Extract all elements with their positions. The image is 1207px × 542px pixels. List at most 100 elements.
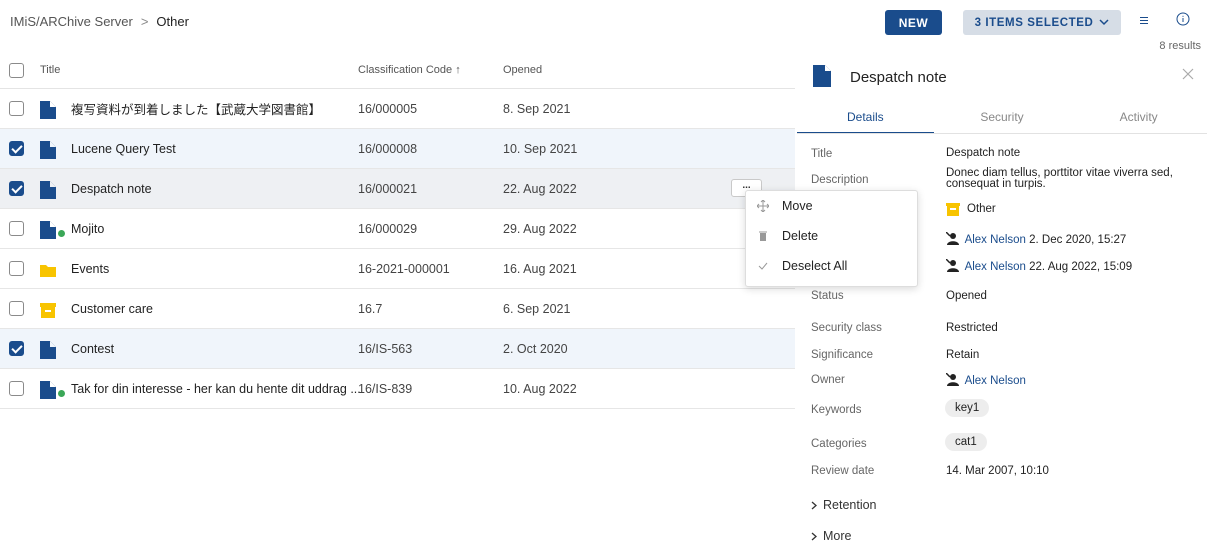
table-row[interactable]: Lucene Query Test 16/000008 10. Sep 2021 bbox=[0, 129, 795, 169]
folder-icon bbox=[40, 265, 56, 277]
info-icon[interactable] bbox=[1176, 12, 1190, 26]
new-button[interactable]: NEW bbox=[885, 10, 942, 35]
prop-description-value: Donec diam tellus, porttitor vitae viver… bbox=[946, 167, 1173, 190]
retention-label: Retention bbox=[823, 498, 877, 512]
header-opened[interactable]: Opened bbox=[503, 64, 542, 76]
table-row[interactable]: Events 16-2021-000001 16. Aug 2021 bbox=[0, 249, 795, 289]
menu-item-delete[interactable]: Delete bbox=[746, 221, 917, 251]
row-checkbox[interactable] bbox=[9, 221, 24, 236]
panel-tabs: Details Security Activity bbox=[797, 102, 1207, 134]
row-code: 16/000008 bbox=[358, 141, 418, 156]
table-row[interactable]: 複写資料が到着しました【武蔵大学図書館】 16/000005 8. Sep 20… bbox=[0, 89, 795, 129]
keyword-chip[interactable]: key1 bbox=[945, 399, 990, 417]
prop-title-label: Title bbox=[811, 148, 833, 160]
location-value: Other bbox=[967, 203, 996, 215]
row-opened: 22. Aug 2022 bbox=[503, 181, 577, 196]
prop-description-label: Description bbox=[811, 174, 869, 186]
prop-security-label: Security class bbox=[811, 322, 882, 334]
row-title: Mojito bbox=[71, 221, 105, 236]
row-code: 16-2021-000001 bbox=[358, 261, 450, 276]
row-opened: 6. Sep 2021 bbox=[503, 301, 571, 316]
row-opened: 29. Aug 2022 bbox=[503, 221, 577, 236]
breadcrumb-current: Other bbox=[156, 14, 189, 29]
items-selected-label: 3 ITEMS SELECTED bbox=[974, 16, 1094, 29]
table-row[interactable]: Despatch note 16/000021 22. Aug 2022 ... bbox=[0, 169, 795, 209]
tab-security[interactable]: Security bbox=[934, 102, 1071, 134]
created-user-link[interactable]: Alex Nelson bbox=[965, 234, 1026, 246]
prop-categories-label: Categories bbox=[811, 438, 867, 450]
close-icon[interactable] bbox=[1182, 68, 1194, 80]
row-opened: 10. Aug 2022 bbox=[503, 381, 577, 396]
row-opened: 10. Sep 2021 bbox=[503, 141, 578, 156]
details-panel: Despatch note Details Security Activity … bbox=[797, 52, 1207, 542]
row-context-menu: Move Delete Deselect All bbox=[745, 190, 918, 287]
row-code: 16/000029 bbox=[358, 221, 418, 236]
row-code: 16/000005 bbox=[358, 101, 418, 116]
list-view-icon[interactable] bbox=[1138, 14, 1150, 28]
table-row[interactable]: Mojito 16/000029 29. Aug 2022 bbox=[0, 209, 795, 249]
prop-title-value: Despatch note bbox=[946, 147, 1021, 159]
prop-security-value: Restricted bbox=[946, 322, 998, 334]
retention-expander[interactable]: Retention bbox=[811, 498, 877, 512]
table-row[interactable]: Customer care 16.7 6. Sep 2021 bbox=[0, 289, 795, 329]
more-expander[interactable]: More bbox=[811, 529, 851, 542]
document-icon bbox=[813, 65, 831, 87]
tab-divider bbox=[797, 133, 1207, 134]
user-icon bbox=[946, 373, 959, 386]
menu-item-deselect-all[interactable]: Deselect All bbox=[746, 251, 917, 281]
row-title: Events bbox=[71, 261, 110, 276]
tab-details[interactable]: Details bbox=[797, 102, 934, 134]
menu-item-move[interactable]: Move bbox=[746, 191, 917, 221]
breadcrumb-root[interactable]: IMiS/ARChive Server bbox=[10, 14, 133, 29]
row-checkbox[interactable] bbox=[9, 301, 24, 316]
breadcrumb: IMiS/ARChive Server > Other bbox=[10, 14, 189, 29]
row-checkbox[interactable] bbox=[9, 101, 24, 116]
archive-box-icon bbox=[946, 203, 960, 216]
row-code: 16/000021 bbox=[358, 181, 418, 196]
prop-modified: Alex Nelson 22. Aug 2022, 15:09 bbox=[946, 259, 1201, 273]
header-title[interactable]: Title bbox=[40, 64, 60, 76]
row-code: 16/IS-563 bbox=[358, 341, 413, 356]
chevron-right-icon bbox=[811, 532, 817, 540]
row-checkbox[interactable] bbox=[9, 381, 24, 396]
row-checkbox[interactable] bbox=[9, 141, 24, 156]
chevron-down-icon bbox=[1099, 19, 1109, 26]
row-title: Contest bbox=[71, 341, 115, 356]
panel-title: Despatch note bbox=[850, 69, 947, 86]
items-table: Title Classification Code ↑ Opened 複写資料が… bbox=[0, 52, 795, 409]
items-selected-button[interactable]: 3 ITEMS SELECTED bbox=[963, 10, 1121, 35]
header-classification-code[interactable]: Classification Code ↑ bbox=[358, 64, 461, 76]
move-icon bbox=[756, 199, 770, 213]
row-opened: 8. Sep 2021 bbox=[503, 101, 571, 116]
breadcrumb-separator: > bbox=[140, 14, 149, 29]
table-row[interactable]: Tak for din interesse - her kan du hente… bbox=[0, 369, 795, 409]
row-title: Tak for din interesse - her kan du hente… bbox=[71, 381, 361, 396]
row-title: Lucene Query Test bbox=[71, 141, 176, 156]
archive-box-icon bbox=[40, 303, 56, 318]
row-code: 16.7 bbox=[358, 301, 383, 316]
select-all-checkbox[interactable] bbox=[9, 63, 24, 78]
prop-location[interactable]: Other bbox=[946, 203, 1201, 216]
more-label: More bbox=[823, 529, 852, 542]
checked-out-badge-icon bbox=[57, 229, 66, 238]
row-code: 16/IS-839 bbox=[358, 381, 413, 396]
results-count: 8 results bbox=[1159, 40, 1201, 52]
user-icon bbox=[946, 259, 959, 272]
row-title: Customer care bbox=[71, 301, 153, 316]
menu-item-label: Move bbox=[782, 199, 813, 213]
modified-date: 22. Aug 2022, 15:09 bbox=[1029, 261, 1133, 273]
document-icon bbox=[40, 381, 56, 399]
owner-link[interactable]: Alex Nelson bbox=[965, 375, 1026, 387]
document-icon bbox=[40, 101, 56, 119]
row-checkbox[interactable] bbox=[9, 341, 24, 356]
row-opened: 2. Oct 2020 bbox=[503, 341, 568, 356]
table-row[interactable]: Contest 16/IS-563 2. Oct 2020 bbox=[0, 329, 795, 369]
prop-owner-label: Owner bbox=[811, 374, 845, 386]
row-checkbox[interactable] bbox=[9, 181, 24, 196]
tab-activity[interactable]: Activity bbox=[1070, 102, 1207, 134]
modified-user-link[interactable]: Alex Nelson bbox=[965, 261, 1026, 273]
row-checkbox[interactable] bbox=[9, 261, 24, 276]
prop-owner: Alex Nelson bbox=[946, 373, 1201, 387]
table-header: Title Classification Code ↑ Opened bbox=[0, 52, 795, 89]
category-chip[interactable]: cat1 bbox=[945, 433, 987, 451]
